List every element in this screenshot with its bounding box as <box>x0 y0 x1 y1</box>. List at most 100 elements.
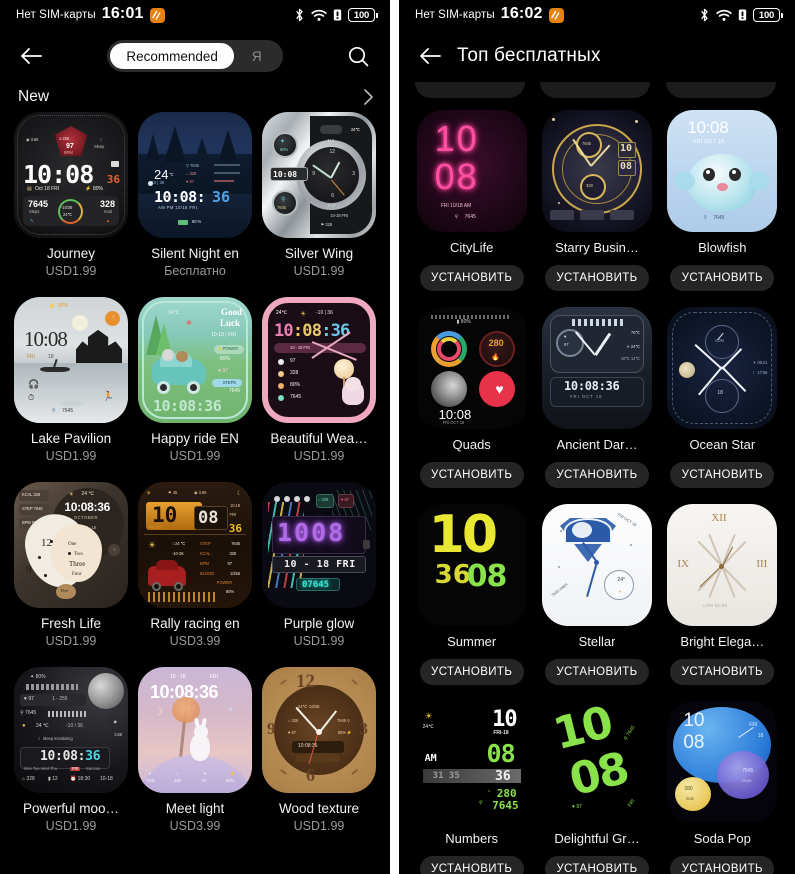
back-arrow-icon <box>19 46 43 66</box>
right-phone-screen: Нет SIM-карты 16:02 100 Топ бесплатных 1… <box>399 0 795 874</box>
install-button[interactable]: УСТАНОВИТЬ <box>419 462 524 488</box>
watch-face-thumbnail[interactable]: KCAL 328 STEP 7645 BPM 97 24 ℃ ☀ 10:08:3… <box>14 482 128 608</box>
install-button[interactable]: УСТАНОВИТЬ <box>419 265 524 291</box>
watch-face-thumbnail[interactable]: ◉ 3.66 ☾ Sleep 1-255 97 BPM 10:08 36 ▤ O… <box>14 112 128 238</box>
watch-face-price: USD1.99 <box>45 634 97 648</box>
watch-face-card[interactable]: ☀ 24℃ 10 FRI-18 08 AM 31 35 36 ⌂ 280 ⚲ 7… <box>415 701 528 874</box>
section-header-new[interactable]: New <box>0 82 390 112</box>
watch-face-thumbnail[interactable]: 10 08 FRI 18 7645 Steps 280 kcal <box>667 701 778 823</box>
watch-face-thumbnail[interactable]: ♥ 97 76℃ ☀ 24℃ 18℃ 14℃ 10:08:36 FRI OCT … <box>541 307 652 429</box>
watch-face-card[interactable]: 10 08 FRI 18 7645 Steps 280 kcal Soda Po… <box>666 701 779 874</box>
watch-face-card[interactable]: ☀ ⚑ 45 ◉ 3.66 ☾ 10 08 FRONT 10.18 FRI 36 <box>138 482 252 649</box>
watch-face-thumbnail[interactable]: ▮ 80% 280 🔥 ♥ 10:08 FRI OCT 18 <box>416 307 527 429</box>
watch-face-thumbnail[interactable]: 24℃ ☀ -10 | 36 10:08:36 10 - 18 FRI 97 3… <box>262 297 376 423</box>
watch-face-price: Бесплатно <box>164 264 226 278</box>
sim-status-text: Нет SIM-карты <box>415 9 495 21</box>
right-header: Топ бесплатных <box>399 30 795 82</box>
watch-face-card[interactable]: 10 - 18 FRI 10:08:36 ☽ ✦ ≋ 7645 ⌂ 328 ♥ … <box>138 667 252 834</box>
watch-face-price: USD1.99 <box>293 819 345 833</box>
watch-face-thumbnail[interactable]: 7645 328 10 08 <box>541 110 652 232</box>
watch-face-name: Ocean Star <box>689 437 756 452</box>
install-button[interactable]: УСТАНОВИТЬ <box>670 462 775 488</box>
watch-face-card[interactable]: 7645 328 10 08 Starry Busin… УСТАНОВИТЬ <box>540 110 653 291</box>
tab-recommended[interactable]: Recommended <box>110 43 234 69</box>
watch-face-thumbnail[interactable]: 10 36 08 <box>416 504 527 626</box>
watch-face-card[interactable]: ◉ 3.66 ☾ Sleep 1-255 97 BPM 10:08 36 ▤ O… <box>14 112 128 279</box>
watch-face-thumbnail[interactable]: ✦ 80% ♥ 97 1 - 255 ⚲ 7645 ● 24 ℃ -10 / 3… <box>14 667 128 793</box>
chevron-right-icon[interactable] <box>363 88 374 106</box>
row-spacer <box>14 464 376 482</box>
watch-face-card[interactable]: ▮ 80% 280 🔥 ♥ 10:08 FRI OCT 18 Quads УСТ… <box>415 307 528 488</box>
watch-face-card[interactable]: 24 ℃ ⚲ 7645 ⌂ 328 ♥ 97 -10 | 36 10:08: 3… <box>138 112 252 279</box>
watch-face-thumbnail[interactable]: XII III IX LON 02:08 <box>667 504 778 626</box>
watch-face-thumbnail[interactable]: 10 - 18 FRI 10:08:36 ☽ ✦ ≋ 7645 ⌂ 328 ♥ … <box>138 667 252 793</box>
watch-face-name: Soda Pop <box>693 831 751 846</box>
install-button[interactable]: УСТАНОВИТЬ <box>670 265 775 291</box>
watch-face-thumbnail[interactable]: 12 3 6 9 24℃ -10/36 ⌂ 328 7645 ⚲ ♥ 97 80… <box>262 667 376 793</box>
watch-face-card[interactable]: 12 3 6 9 24℃ -10/36 ⌂ 328 7645 ⚲ ♥ 97 80… <box>262 667 376 834</box>
search-button[interactable] <box>342 39 376 73</box>
watch-face-card[interactable]: LON 18 ☀ 06:21 ☾ 17:56 Ocean Star УСТАНО… <box>666 307 779 488</box>
watch-face-card[interactable]: 12 3 6 9 80% ✦ 7645 ⚲ 10:08 24℃ ▮12 ♥ 97… <box>262 112 376 279</box>
watch-face-card[interactable]: ⌂ 328 ♥ 97 1008 10 - 18 FRI 07645 Purple… <box>262 482 376 649</box>
segmented-control[interactable]: Recommended Я <box>107 40 283 72</box>
watch-face-card[interactable]: KCAL 328 STEP 7645 BPM 97 24 ℃ ☀ 10:08:3… <box>14 482 128 649</box>
back-button[interactable] <box>14 39 48 73</box>
bluetooth-icon <box>294 8 305 22</box>
watch-face-name: Quads <box>452 437 491 452</box>
watch-face-thumbnail[interactable]: ☀ 24℃ 10 FRI-18 08 AM 31 35 36 ⌂ 280 ⚲ 7… <box>416 701 527 823</box>
watch-face-card[interactable]: ♥ 97 76℃ ☀ 24℃ 18℃ 14℃ 10:08:36 FRI OCT … <box>540 307 653 488</box>
watch-face-name: Silver Wing <box>284 246 354 261</box>
partial-thumbnail <box>540 82 651 98</box>
watch-face-thumbnail[interactable]: ⌂ 328 ♥ 97 1008 10 - 18 FRI 07645 <box>262 482 376 608</box>
watch-face-name: Wood texture <box>278 801 360 816</box>
status-bar-clock: 16:02 <box>500 5 543 22</box>
watch-face-thumbnail[interactable]: LON 18 ☀ 06:21 ☾ 17:56 <box>667 307 778 429</box>
watch-face-card[interactable]: ✦ 80% ♥ 97 1 - 255 ⚲ 7645 ● 24 ℃ -10 / 3… <box>14 667 128 834</box>
install-button[interactable]: УСТАНОВИТЬ <box>419 856 524 874</box>
install-button[interactable]: УСТАНОВИТЬ <box>419 659 524 685</box>
watch-face-thumbnail[interactable]: 10 08 ⚲ 7645 ♥ 97 FRI <box>541 701 652 823</box>
watch-face-name: Lake Pavilion <box>30 431 112 446</box>
watch-face-thumbnail[interactable]: 10:08 FRI OCT 18 ⚲ 7645 <box>667 110 778 232</box>
watch-face-name: Purple glow <box>283 616 355 631</box>
watch-face-card[interactable]: ☾ ⚡ 80% 10:08 FRI 18 🎧 ⏱ 🏃 ⚲ 7645 Lake P… <box>14 297 128 464</box>
install-button[interactable]: УСТАНОВИТЬ <box>544 856 649 874</box>
status-bar-right-group: 100 <box>294 8 378 22</box>
install-button[interactable]: УСТАНОВИТЬ <box>544 462 649 488</box>
watch-face-card[interactable]: 10 08 FRI 10/18 AM ⚲ 7645 CityLife УСТАН… <box>415 110 528 291</box>
battery-nub <box>781 12 783 18</box>
watch-face-card[interactable]: XII III IX LON 02:08 Bright Elega… УСТАН… <box>666 504 779 685</box>
watch-face-thumbnail[interactable]: ☾ ⚡ 80% 10:08 FRI 18 🎧 ⏱ 🏃 ⚲ 7645 <box>14 297 128 423</box>
watch-face-name: Bright Elega… <box>680 634 765 649</box>
watch-face-card[interactable]: 10:08 FRI OCT 18 ⚲ 7645 Blowfish УСТАНОВ… <box>666 110 779 291</box>
install-button[interactable]: УСТАНОВИТЬ <box>544 659 649 685</box>
tab-ya[interactable]: Я <box>234 43 280 69</box>
watch-face-card[interactable]: 24℃ ☀ -10 | 36 10:08:36 10 - 18 FRI 97 3… <box>262 297 376 464</box>
watch-face-thumbnail[interactable]: 24℃ ❀ Good Luck 10-18 | FRI ⚡POWER 80% ♥… <box>138 297 252 423</box>
install-button[interactable]: УСТАНОВИТЬ <box>670 856 775 874</box>
left-phone-screen: Нет SIM-карты 16:01 100 Recommended Я Ne… <box>0 0 390 874</box>
watch-face-thumbnail[interactable]: 24 ℃ ⚲ 7645 ⌂ 328 ♥ 97 -10 | 36 10:08: 3… <box>138 112 252 238</box>
screen-record-icon <box>149 7 165 23</box>
watch-face-card[interactable]: 10 36 08 Summer УСТАНОВИТЬ <box>415 504 528 685</box>
row-spacer <box>14 279 376 297</box>
battery-alert-icon <box>333 8 342 22</box>
watch-face-name: Ancient Dar… <box>556 437 638 452</box>
back-button[interactable] <box>413 39 447 73</box>
watch-face-thumbnail[interactable]: 10 08 FRI 10/18 AM ⚲ 7645 <box>416 110 527 232</box>
watch-face-card[interactable]: FRI OCT 18 7645 steps 24° ☀ Stellar УСТА… <box>540 504 653 685</box>
search-icon <box>347 45 370 68</box>
watch-face-card[interactable]: 10 08 ⚲ 7645 ♥ 97 FRI Delightful Gr… УСТ… <box>540 701 653 874</box>
watch-face-name: Fresh Life <box>40 616 102 631</box>
watch-face-thumbnail[interactable]: ☀ ⚑ 45 ◉ 3.66 ☾ 10 08 FRONT 10.18 FRI 36 <box>138 482 252 608</box>
install-button[interactable]: УСТАНОВИТЬ <box>544 265 649 291</box>
partial-card-row <box>399 82 795 98</box>
battery-nub <box>376 12 378 18</box>
watch-face-thumbnail[interactable]: FRI OCT 18 7645 steps 24° ☀ <box>541 504 652 626</box>
install-button[interactable]: УСТАНОВИТЬ <box>670 659 775 685</box>
status-bar-clock: 16:01 <box>101 5 144 22</box>
wifi-icon <box>716 9 732 22</box>
watch-face-card[interactable]: 24℃ ❀ Good Luck 10-18 | FRI ⚡POWER 80% ♥… <box>138 297 252 464</box>
watch-face-thumbnail[interactable]: 12 3 6 9 80% ✦ 7645 ⚲ 10:08 24℃ ▮12 ♥ 97… <box>262 112 376 238</box>
